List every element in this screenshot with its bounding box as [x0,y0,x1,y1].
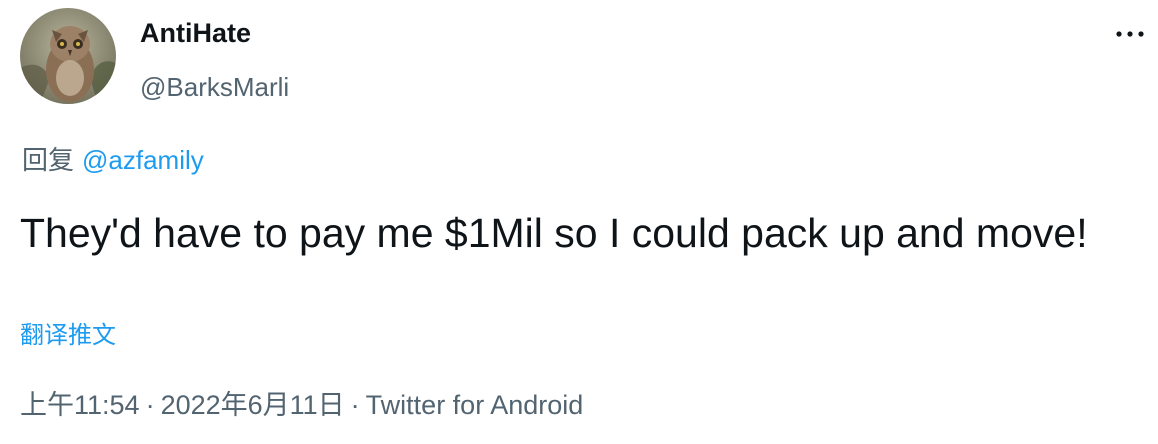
author-block: AntiHate @BarksMarli [140,16,289,102]
user-handle[interactable]: @BarksMarli [140,72,289,102]
display-name[interactable]: AntiHate [140,16,289,50]
tweet-source[interactable]: Twitter for Android [366,390,584,420]
meta-separator: · [350,390,360,420]
tweet-text: They'd have to pay me $1Mil so I could p… [20,210,1088,256]
tweet-meta: 上午11:54 · 2022年6月11日 · Twitter for Android [20,388,583,422]
translate-tweet-link[interactable]: 翻译推文 [20,322,116,350]
reply-context: 回复 @azfamily [22,144,204,176]
owl-avatar-icon [20,8,116,104]
tweet-date[interactable]: 2022年6月11日 [161,390,345,420]
more-dots-icon[interactable] [1112,22,1148,46]
tweet-time[interactable]: 上午11:54 [20,390,140,420]
reply-prefix: 回复 [22,145,75,175]
reply-mention-link[interactable]: @azfamily [82,145,204,175]
tweet-card: AntiHate @BarksMarli 回复 @azfamily They'd … [0,0,1158,444]
avatar[interactable] [20,8,116,104]
meta-separator: · [145,390,155,420]
